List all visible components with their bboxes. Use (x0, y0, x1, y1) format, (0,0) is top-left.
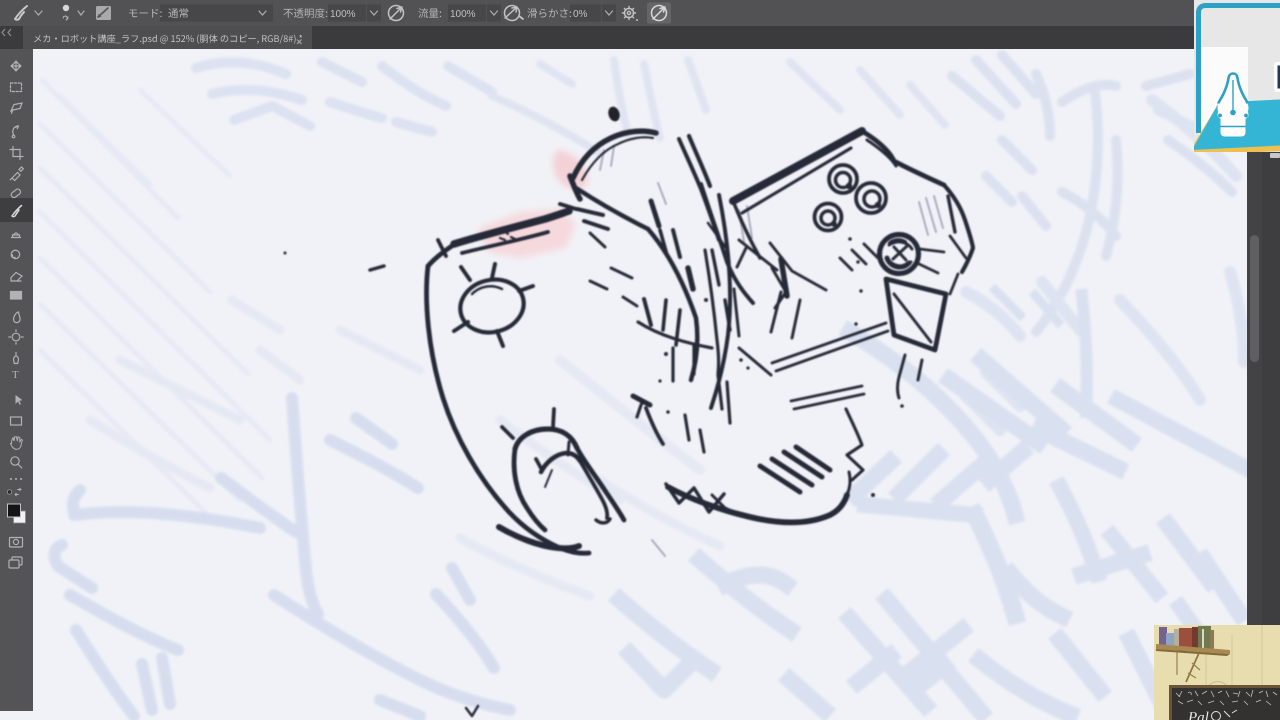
svg-text:T: T (12, 369, 19, 381)
